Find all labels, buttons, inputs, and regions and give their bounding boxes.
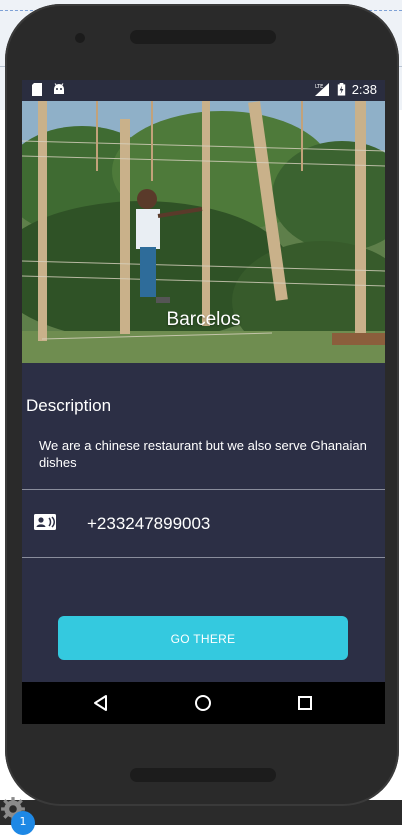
network-type-label: LTE	[315, 84, 323, 90]
phone-number[interactable]: +233247899003	[87, 514, 210, 534]
back-icon[interactable]	[91, 693, 111, 713]
divider	[22, 489, 385, 490]
divider	[22, 557, 385, 558]
battery-icon	[337, 83, 346, 96]
notification-badge: 1	[11, 811, 35, 835]
recents-icon[interactable]	[295, 693, 315, 713]
clock: 2:38	[351, 82, 377, 97]
place-title: Barcelos	[166, 309, 241, 330]
sd-card-icon	[32, 83, 42, 96]
go-there-button[interactable]: GO THERE	[58, 616, 348, 660]
earpiece-speaker	[130, 30, 276, 44]
status-bar: LTE 2:38	[22, 80, 385, 101]
contact-card-icon	[34, 514, 56, 530]
app-screen: LTE 2:38 Barcelos Description We are a c…	[22, 80, 385, 724]
front-camera	[75, 33, 85, 43]
description-text: We are a chinese restaurant but we also …	[39, 438, 367, 470]
home-icon[interactable]	[193, 693, 213, 713]
signal-icon: LTE	[315, 83, 329, 96]
hero-image: Barcelos	[22, 101, 385, 363]
description-heading: Description	[26, 396, 112, 415]
android-icon	[54, 83, 64, 94]
bottom-speaker	[130, 768, 276, 782]
android-nav-bar	[22, 682, 385, 724]
